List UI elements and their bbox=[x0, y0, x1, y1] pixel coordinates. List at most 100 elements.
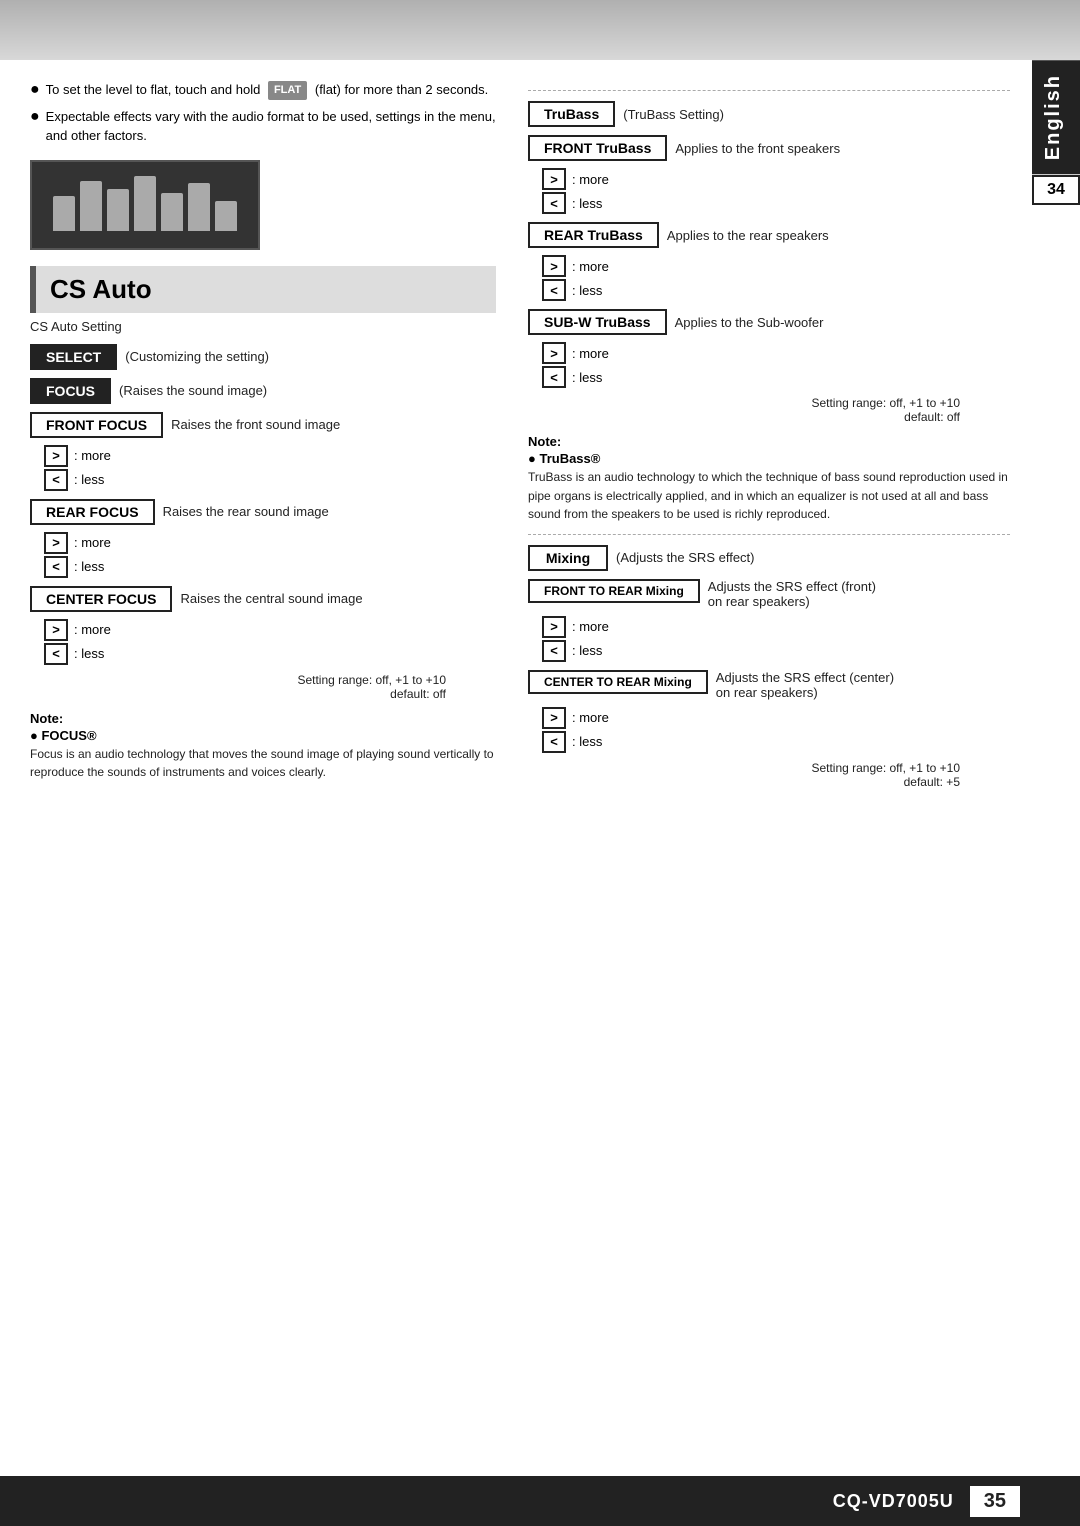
less-arrow-icon[interactable]: < bbox=[44, 556, 68, 578]
eq-bar bbox=[107, 189, 129, 231]
main-content: ● To set the level to flat, touch and ho… bbox=[0, 60, 1080, 857]
front-trubass-less: < : less bbox=[542, 192, 1010, 214]
more-arrow-icon[interactable]: > bbox=[542, 616, 566, 638]
cs-auto-subtitle: CS Auto Setting bbox=[30, 319, 496, 334]
more-arrow-icon[interactable]: > bbox=[542, 168, 566, 190]
bullet-dot-2: ● bbox=[30, 107, 40, 128]
eq-bar bbox=[134, 176, 156, 231]
less-label: : less bbox=[74, 646, 104, 661]
center-to-rear-less: < : less bbox=[542, 731, 1010, 753]
front-to-rear-group: FRONT TO REAR Mixing Adjusts the SRS eff… bbox=[528, 579, 1010, 662]
bullet-text-2: Expectable effects vary with the audio f… bbox=[46, 107, 496, 146]
flat-label: FLAT bbox=[268, 81, 307, 100]
front-focus-less: < : less bbox=[44, 469, 496, 491]
front-trubass-group: FRONT TruBass Applies to the front speak… bbox=[528, 135, 1010, 214]
more-label: : more bbox=[572, 259, 609, 274]
eq-bar bbox=[161, 193, 183, 231]
model-label: CQ-VD7005U bbox=[833, 1491, 954, 1512]
trubass-note-bullet: ● TruBass® bbox=[528, 451, 1010, 466]
less-arrow-icon[interactable]: < bbox=[542, 731, 566, 753]
subw-trubass-group: SUB-W TruBass Applies to the Sub-woofer … bbox=[528, 309, 1010, 388]
less-arrow-icon[interactable]: < bbox=[542, 279, 566, 301]
more-arrow-icon[interactable]: > bbox=[44, 532, 68, 554]
rear-trubass-desc: Applies to the rear speakers bbox=[667, 228, 829, 243]
trubass-note-text: TruBass is an audio technology to which … bbox=[528, 468, 1010, 524]
less-arrow-icon[interactable]: < bbox=[542, 640, 566, 662]
front-trubass-label: FRONT TruBass bbox=[528, 135, 667, 161]
more-arrow-icon[interactable]: > bbox=[44, 445, 68, 467]
note-section-right: Note: ● TruBass® TruBass is an audio tec… bbox=[528, 434, 1010, 524]
focus-note-text: Focus is an audio technology that moves … bbox=[30, 745, 496, 782]
divider-top bbox=[528, 90, 1010, 91]
more-arrow-icon[interactable]: > bbox=[542, 255, 566, 277]
right-column: TruBass (TruBass Setting) FRONT TruBass … bbox=[520, 80, 1010, 797]
center-focus-desc: Raises the central sound image bbox=[180, 591, 362, 606]
more-label: : more bbox=[572, 346, 609, 361]
rear-focus-label: REAR FOCUS bbox=[30, 499, 155, 525]
note-title-left: Note: bbox=[30, 711, 496, 726]
rear-trubass-more: > : more bbox=[542, 255, 1010, 277]
focus-row: FOCUS (Raises the sound image) bbox=[30, 378, 496, 404]
center-focus-less: < : less bbox=[44, 643, 496, 665]
more-label: : more bbox=[572, 172, 609, 187]
left-column: ● To set the level to flat, touch and ho… bbox=[30, 80, 520, 797]
more-arrow-icon[interactable]: > bbox=[542, 342, 566, 364]
center-to-rear-more: > : more bbox=[542, 707, 1010, 729]
center-focus-row: CENTER FOCUS Raises the central sound im… bbox=[30, 586, 496, 612]
bullet-item-1: ● To set the level to flat, touch and ho… bbox=[30, 80, 496, 101]
front-focus-row: FRONT FOCUS Raises the front sound image bbox=[30, 412, 496, 438]
front-focus-group: FRONT FOCUS Raises the front sound image… bbox=[30, 412, 496, 491]
less-arrow-icon[interactable]: < bbox=[542, 366, 566, 388]
front-trubass-row: FRONT TruBass Applies to the front speak… bbox=[528, 135, 1010, 161]
note-section-left: Note: ● FOCUS® Focus is an audio technol… bbox=[30, 711, 496, 782]
select-row: SELECT (Customizing the setting) bbox=[30, 344, 496, 370]
focus-note-bullet: ● FOCUS® bbox=[30, 728, 496, 743]
rear-trubass-group: REAR TruBass Applies to the rear speaker… bbox=[528, 222, 1010, 301]
bottom-page-number: 35 bbox=[970, 1486, 1020, 1517]
eq-image bbox=[30, 160, 260, 250]
center-focus-label: CENTER FOCUS bbox=[30, 586, 172, 612]
trubass-label: TruBass bbox=[528, 101, 615, 127]
subw-trubass-row: SUB-W TruBass Applies to the Sub-woofer bbox=[528, 309, 1010, 335]
bullet-text-1: To set the level to flat, touch and hold… bbox=[46, 80, 489, 100]
less-arrow-icon[interactable]: < bbox=[44, 643, 68, 665]
bullet-item-2: ● Expectable effects vary with the audio… bbox=[30, 107, 496, 146]
bottom-bar: CQ-VD7005U 35 bbox=[0, 1476, 1080, 1526]
center-focus-more: > : more bbox=[44, 619, 496, 641]
focus-label: FOCUS bbox=[30, 378, 111, 404]
eq-bar bbox=[188, 183, 210, 231]
center-to-rear-label: CENTER TO REAR Mixing bbox=[528, 670, 708, 694]
mixing-row: Mixing (Adjusts the SRS effect) bbox=[528, 545, 1010, 571]
rear-focus-desc: Raises the rear sound image bbox=[163, 504, 329, 519]
center-to-rear-row: CENTER TO REAR Mixing Adjusts the SRS ef… bbox=[528, 670, 1010, 700]
rear-focus-group: REAR FOCUS Raises the rear sound image >… bbox=[30, 499, 496, 578]
more-arrow-icon[interactable]: > bbox=[542, 707, 566, 729]
bullet-list: ● To set the level to flat, touch and ho… bbox=[30, 80, 496, 146]
subw-trubass-more: > : more bbox=[542, 342, 1010, 364]
note-title-right: Note: bbox=[528, 434, 1010, 449]
subw-trubass-label: SUB-W TruBass bbox=[528, 309, 667, 335]
trubass-desc: (TruBass Setting) bbox=[623, 107, 724, 122]
more-label: : more bbox=[572, 710, 609, 725]
less-label: : less bbox=[74, 559, 104, 574]
center-to-rear-desc: Adjusts the SRS effect (center) on rear … bbox=[716, 670, 894, 700]
front-to-rear-row: FRONT TO REAR Mixing Adjusts the SRS eff… bbox=[528, 579, 1010, 609]
less-arrow-icon[interactable]: < bbox=[542, 192, 566, 214]
more-arrow-icon[interactable]: > bbox=[44, 619, 68, 641]
front-focus-desc: Raises the front sound image bbox=[171, 417, 340, 432]
more-label: : more bbox=[74, 535, 111, 550]
rear-focus-more: > : more bbox=[44, 532, 496, 554]
front-focus-more: > : more bbox=[44, 445, 496, 467]
setting-range-left: Setting range: off, +1 to +10 default: o… bbox=[30, 673, 446, 701]
rear-focus-row: REAR FOCUS Raises the rear sound image bbox=[30, 499, 496, 525]
divider-mid bbox=[528, 534, 1010, 535]
center-focus-group: CENTER FOCUS Raises the central sound im… bbox=[30, 586, 496, 665]
cs-auto-heading: CS Auto bbox=[30, 266, 496, 313]
rear-trubass-label: REAR TruBass bbox=[528, 222, 659, 248]
setting-range-mixing: Setting range: off, +1 to +10 default: +… bbox=[528, 761, 960, 789]
less-label: : less bbox=[572, 370, 602, 385]
eq-bar bbox=[80, 181, 102, 231]
subw-trubass-less: < : less bbox=[542, 366, 1010, 388]
more-label: : more bbox=[572, 619, 609, 634]
less-arrow-icon[interactable]: < bbox=[44, 469, 68, 491]
